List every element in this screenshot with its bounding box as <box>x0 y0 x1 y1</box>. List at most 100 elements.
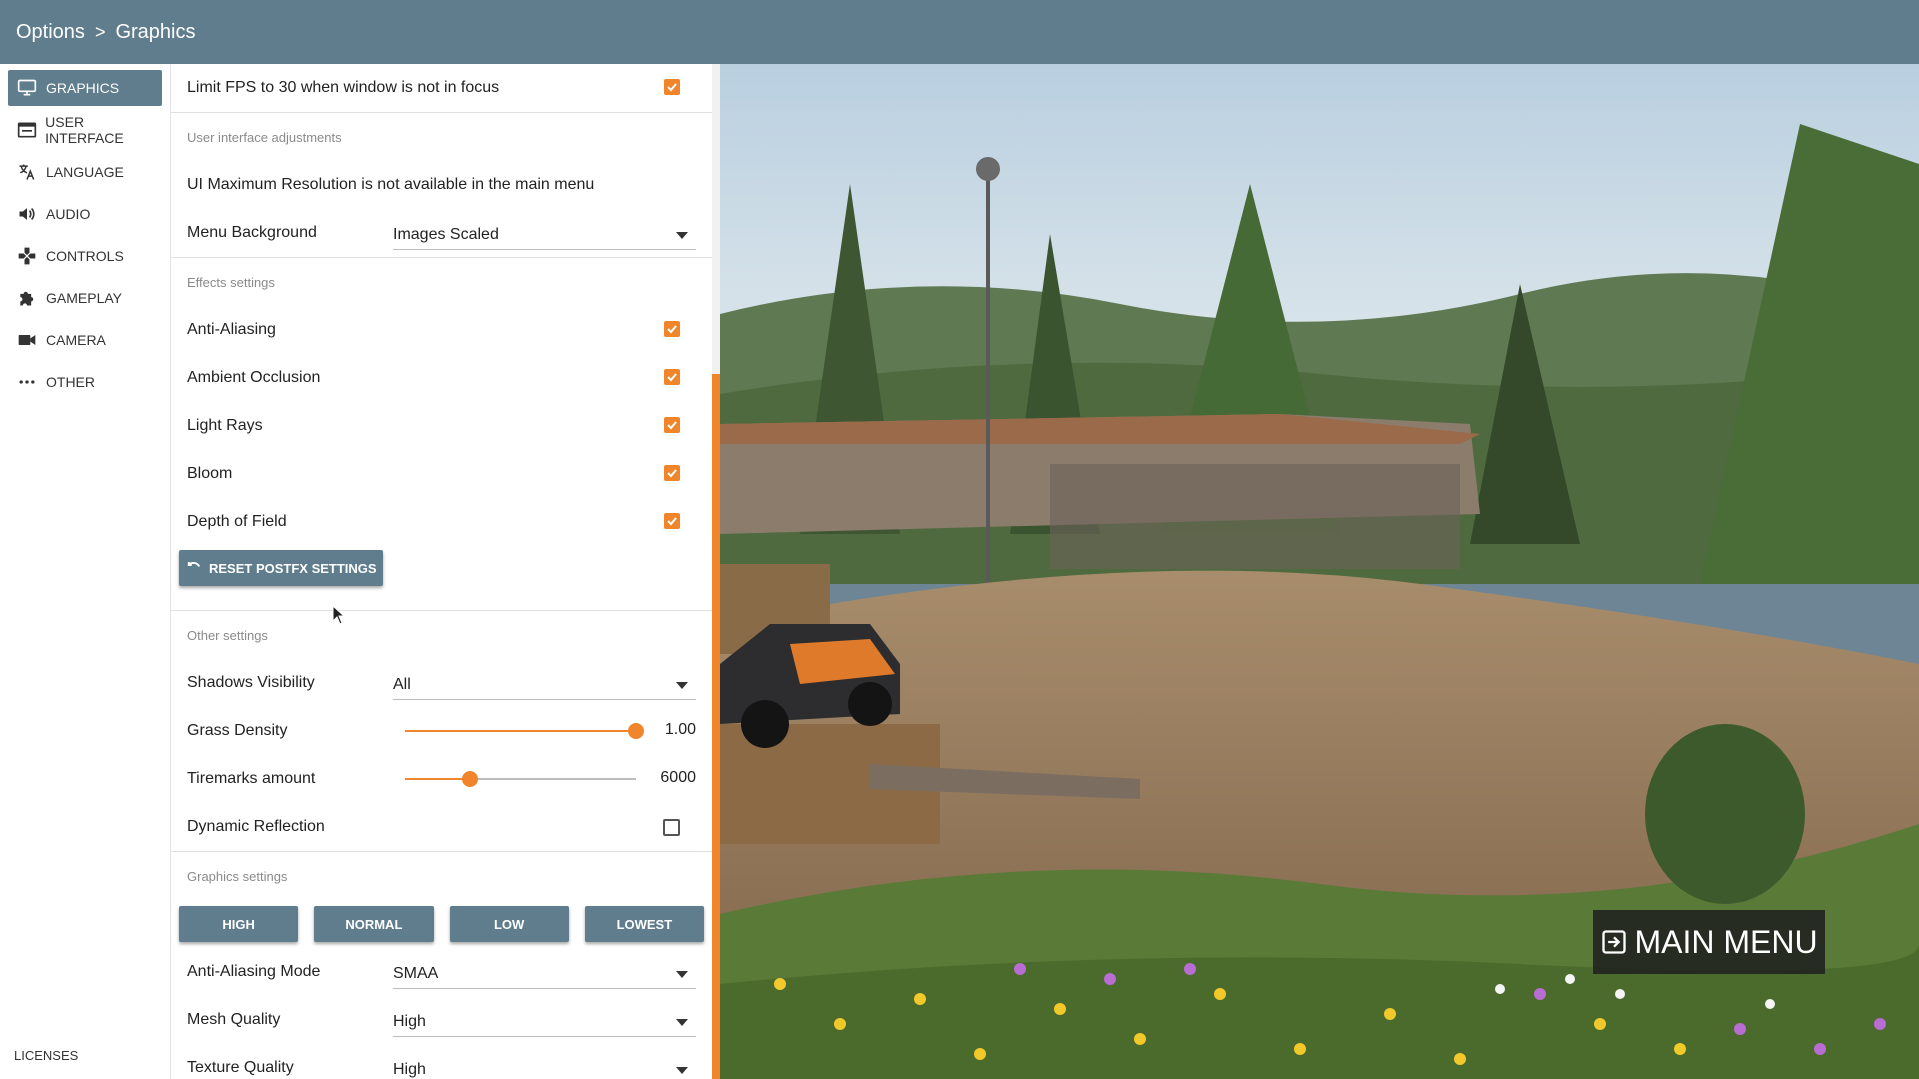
settings-panel[interactable]: Limit FPS to 30 when window is not in fo… <box>171 64 712 1079</box>
sidebar-item-audio[interactable]: AUDIO <box>8 196 162 232</box>
anti-aliasing-checkbox[interactable] <box>664 321 680 337</box>
aa-mode-select[interactable]: SMAA <box>393 960 696 989</box>
tiremarks-value: 6000 <box>660 769 696 786</box>
setting-label: Light Rays <box>187 417 263 434</box>
tiremarks-slider[interactable] <box>405 771 636 787</box>
setting-label: Ambient Occlusion <box>187 369 321 386</box>
monitor-icon <box>16 77 38 99</box>
slider-handle[interactable] <box>628 723 644 739</box>
setting-mesh-quality: Mesh Quality High <box>171 996 712 1044</box>
bloom-checkbox[interactable] <box>664 465 680 481</box>
preset-normal-button[interactable]: NORMAL <box>314 906 434 942</box>
sidebar-item-label: CAMERA <box>46 332 106 348</box>
select-value: SMAA <box>393 965 439 982</box>
sidebar-item-language[interactable]: LANGUAGE <box>8 154 162 190</box>
depth-of-field-checkbox[interactable] <box>664 513 680 529</box>
sidebar-item-camera[interactable]: CAMERA <box>8 322 162 358</box>
setting-label: Depth of Field <box>187 513 287 530</box>
scrollbar-thumb[interactable] <box>712 374 720 1079</box>
sidebar-item-label: GAMEPLAY <box>46 290 122 306</box>
section-other: Other settings <box>171 610 712 659</box>
ui-max-resolution-note: UI Maximum Resolution is not available i… <box>171 161 712 209</box>
reset-postfx-row: RESET POSTFX SETTINGS <box>171 546 712 610</box>
select-value: Images Scaled <box>393 226 499 243</box>
chevron-down-icon <box>676 1066 688 1074</box>
grass-density-slider[interactable] <box>405 723 644 739</box>
setting-label: Texture Quality <box>187 1059 294 1076</box>
setting-anti-aliasing[interactable]: Anti-Aliasing <box>171 306 712 354</box>
setting-tiremarks: Tiremarks amount 6000 <box>171 755 712 803</box>
mesh-quality-select[interactable]: High <box>393 1008 696 1037</box>
speaker-icon <box>16 203 38 225</box>
settings-scrollbar[interactable] <box>712 64 720 1079</box>
sidebar-item-controls[interactable]: CONTROLS <box>8 238 162 274</box>
ambient-occlusion-checkbox[interactable] <box>664 369 680 385</box>
sidebar-item-gameplay[interactable]: GAMEPLAY <box>8 280 162 316</box>
sidebar-item-label: GRAPHICS <box>46 80 120 96</box>
breadcrumb-graphics: Graphics <box>115 20 196 43</box>
window-icon <box>16 119 37 141</box>
breadcrumb-separator: > <box>94 21 106 42</box>
setting-dynamic-reflection[interactable]: Dynamic Reflection <box>171 803 712 851</box>
preset-low-button[interactable]: LOW <box>449 906 569 942</box>
chevron-down-icon <box>676 970 688 978</box>
setting-label: Dynamic Reflection <box>187 818 325 835</box>
setting-aa-mode: Anti-Aliasing Mode SMAA <box>171 948 712 996</box>
section-ui-adjustments: User interface adjustments <box>171 112 712 161</box>
light-rays-checkbox[interactable] <box>664 417 680 433</box>
main-menu-label: MAIN MENU <box>1634 923 1818 960</box>
preset-lowest-button[interactable]: LOWEST <box>584 906 704 942</box>
sidebar-item-graphics[interactable]: GRAPHICS <box>8 70 162 106</box>
setting-limit-fps[interactable]: Limit FPS to 30 when window is not in fo… <box>171 64 712 112</box>
setting-label: Mesh Quality <box>187 1011 281 1028</box>
setting-label: Anti-Aliasing Mode <box>187 963 321 980</box>
limit-fps-checkbox[interactable] <box>664 79 680 95</box>
breadcrumb-options[interactable]: Options <box>16 21 85 44</box>
setting-label: Tiremarks amount <box>187 770 316 787</box>
texture-quality-select[interactable]: High <box>393 1056 696 1079</box>
setting-ambient-occlusion[interactable]: Ambient Occlusion <box>171 354 712 402</box>
section-effects: Effects settings <box>171 257 712 306</box>
exit-icon <box>1602 930 1627 954</box>
setting-grass-density: Grass Density 1.00 <box>171 707 712 755</box>
breadcrumb: Options > Graphics <box>0 21 195 44</box>
grass-density-value: 1.00 <box>664 721 696 738</box>
setting-label: Menu Background <box>187 224 317 241</box>
more-icon <box>16 371 38 393</box>
gamepad-icon <box>16 245 38 267</box>
sidebar-item-label: AUDIO <box>46 206 91 222</box>
sidebar-item-label: CONTROLS <box>46 248 124 264</box>
chevron-down-icon <box>676 231 688 239</box>
setting-texture-quality: Texture Quality High <box>171 1044 712 1079</box>
top-bar: Options > Graphics <box>0 0 1919 64</box>
setting-light-rays[interactable]: Light Rays <box>171 402 712 450</box>
setting-bloom[interactable]: Bloom <box>171 450 712 498</box>
setting-label: Shadows Visibility <box>187 674 315 691</box>
setting-label: Grass Density <box>187 722 288 739</box>
sidebar-item-label: LANGUAGE <box>46 164 124 180</box>
shadows-visibility-select[interactable]: All <box>393 671 696 700</box>
main-menu-button[interactable]: MAIN MENU <box>1593 910 1825 974</box>
dynamic-reflection-checkbox[interactable] <box>663 819 680 836</box>
sidebar-item-user-interface[interactable]: USER INTERFACE <box>8 112 162 148</box>
chevron-down-icon <box>676 681 688 689</box>
videocam-icon <box>16 329 38 351</box>
sidebar-item-other[interactable]: OTHER <box>8 364 162 400</box>
sidebar-item-label: USER INTERFACE <box>45 114 124 146</box>
reset-postfx-button[interactable]: RESET POSTFX SETTINGS <box>179 550 383 586</box>
undo-icon <box>187 562 201 568</box>
mouse-cursor-icon <box>332 605 346 625</box>
puzzle-icon <box>16 287 38 309</box>
setting-depth-of-field[interactable]: Depth of Field <box>171 498 712 546</box>
setting-label: Limit FPS to 30 when window is not in fo… <box>187 79 500 96</box>
licenses-link[interactable]: LICENSES <box>14 1048 78 1063</box>
setting-label: UI Maximum Resolution is not available i… <box>187 176 595 193</box>
menu-background-select[interactable]: Images Scaled <box>393 221 696 250</box>
select-value: All <box>393 676 411 693</box>
button-label: RESET POSTFX SETTINGS <box>209 560 377 576</box>
select-value: High <box>393 1013 426 1030</box>
slider-handle[interactable] <box>461 771 478 787</box>
preset-high-button[interactable]: HIGH <box>179 906 299 942</box>
section-graphics: Graphics settings <box>171 851 712 900</box>
sidebar: GRAPHICS USER INTERFACE LANGUAGE AUDIO C… <box>0 64 171 1079</box>
